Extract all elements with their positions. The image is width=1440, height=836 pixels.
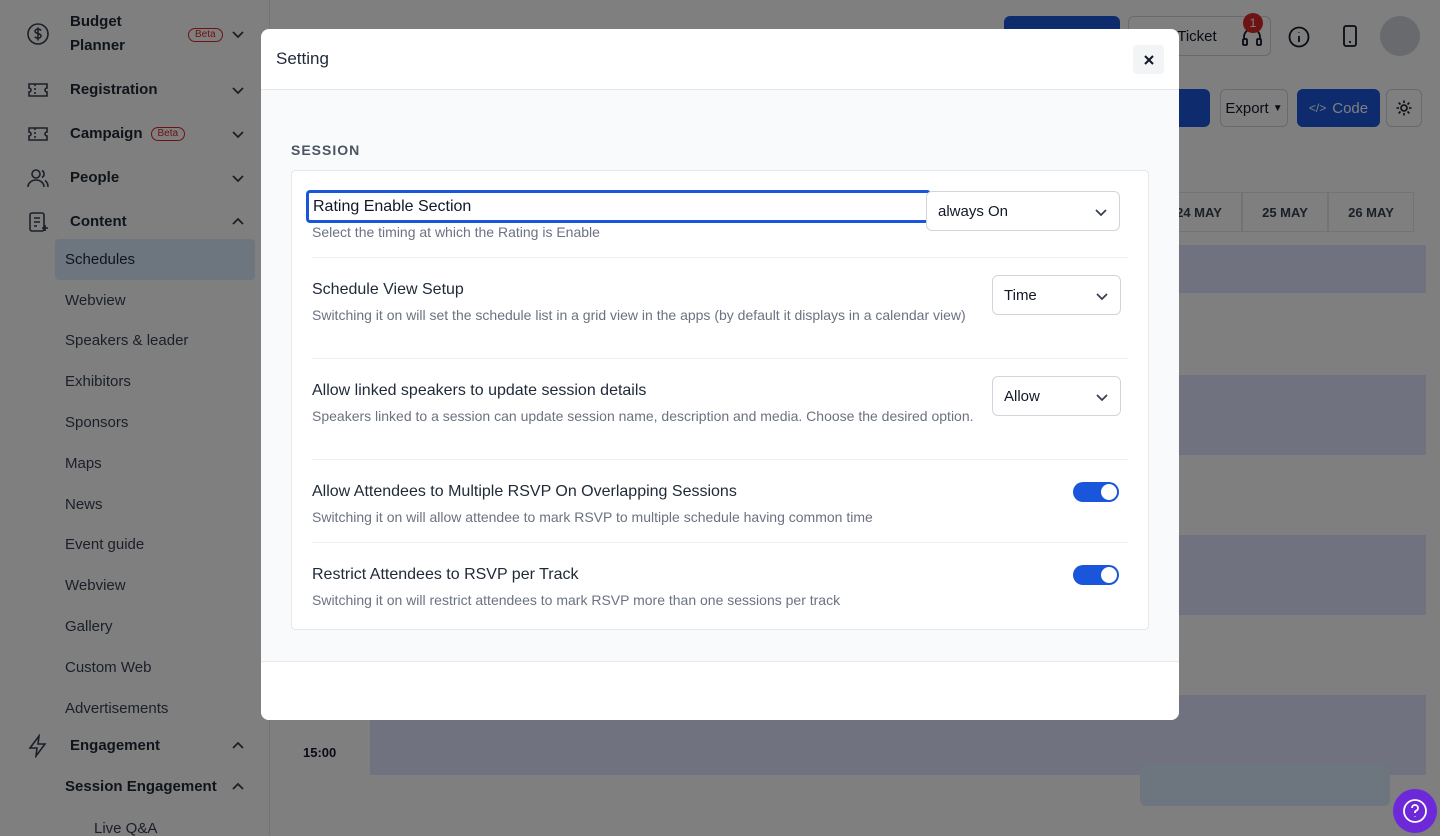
setting-row-linked-speakers: Allow linked speakers to update session … bbox=[312, 359, 1128, 460]
select-value: always On bbox=[938, 202, 1009, 220]
rating-timing-select[interactable]: always On bbox=[926, 191, 1120, 231]
rating-title-input[interactable] bbox=[306, 190, 931, 223]
close-icon bbox=[1143, 54, 1154, 65]
help-button[interactable] bbox=[1393, 789, 1437, 833]
schedule-view-select[interactable]: Time bbox=[992, 275, 1121, 315]
select-value: Allow bbox=[1004, 387, 1040, 405]
modal-header: Setting bbox=[261, 29, 1179, 90]
settings-card: Select the timing at which the Rating is… bbox=[291, 170, 1149, 630]
setting-row-multiple-rsvp: Allow Attendees to Multiple RSVP On Over… bbox=[312, 460, 1128, 543]
setting-row-schedule-view: Schedule View Setup Switching it on will… bbox=[312, 258, 1128, 359]
setting-title: Schedule View Setup bbox=[312, 281, 464, 298]
chevron-down-icon bbox=[1095, 209, 1107, 217]
toggle-knob bbox=[1101, 567, 1117, 583]
setting-description: Switching it on will restrict attendees … bbox=[312, 592, 841, 608]
modal-title: Setting bbox=[276, 49, 329, 68]
linked-speakers-select[interactable]: Allow bbox=[992, 376, 1121, 416]
chevron-down-icon bbox=[1096, 394, 1108, 402]
chevron-down-icon bbox=[1096, 293, 1108, 301]
modal-body: SESSION Select the timing at which the R… bbox=[261, 90, 1179, 661]
setting-description: Speakers linked to a session can update … bbox=[312, 408, 974, 424]
setting-title: Allow Attendees to Multiple RSVP On Over… bbox=[312, 483, 737, 500]
setting-description: Switching it on will allow attendee to m… bbox=[312, 509, 873, 525]
modal-footer bbox=[261, 661, 1179, 720]
select-value: Time bbox=[1004, 286, 1037, 304]
multiple-rsvp-toggle[interactable] bbox=[1073, 482, 1119, 502]
section-title: SESSION bbox=[291, 142, 361, 158]
restrict-rsvp-toggle[interactable] bbox=[1073, 565, 1119, 585]
question-icon bbox=[1403, 799, 1427, 823]
setting-description: Select the timing at which the Rating is… bbox=[312, 224, 600, 240]
settings-modal: Setting SESSION Select the timing at whi… bbox=[261, 29, 1179, 720]
setting-title: Restrict Attendees to RSVP per Track bbox=[312, 566, 579, 583]
setting-row-restrict-rsvp: Restrict Attendees to RSVP per Track Swi… bbox=[312, 543, 1128, 629]
setting-title: Allow linked speakers to update session … bbox=[312, 382, 647, 399]
setting-row-rating: Select the timing at which the Rating is… bbox=[306, 171, 1128, 258]
toggle-knob bbox=[1101, 484, 1117, 500]
setting-description: Switching it on will set the schedule li… bbox=[312, 307, 966, 323]
close-button[interactable] bbox=[1133, 45, 1164, 74]
